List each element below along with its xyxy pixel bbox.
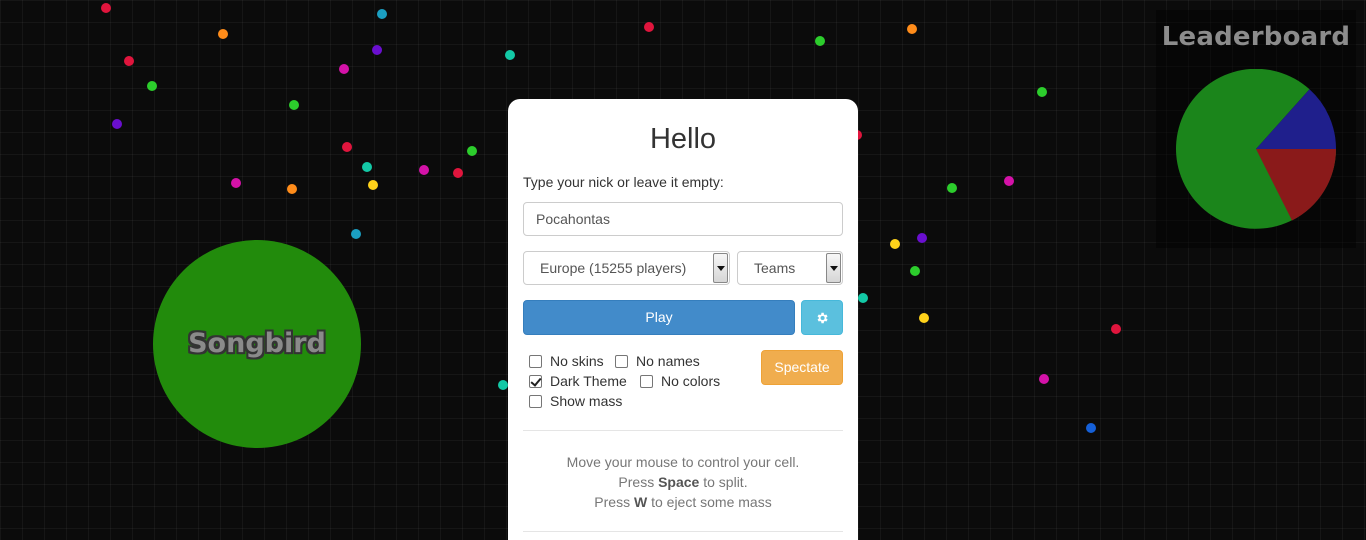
dialog-title: Hello	[649, 123, 717, 155]
no-skins-label: No skins	[550, 353, 604, 369]
dark-theme-checkbox[interactable]	[529, 374, 542, 388]
instruction-eject: Press W to eject some mass	[508, 492, 858, 512]
region-select-value: Europe (15255 players)	[540, 260, 687, 276]
food-pellet	[858, 293, 868, 303]
food-pellet	[1086, 423, 1096, 433]
food-pellet	[287, 184, 297, 194]
show-mass-checkbox[interactable]	[529, 394, 542, 408]
instruction-move: Move your mouse to control your cell.	[566, 454, 800, 470]
no-names-checkbox[interactable]	[615, 354, 628, 368]
play-button[interactable]: Play	[523, 300, 795, 335]
divider	[523, 531, 843, 532]
food-pellet	[368, 180, 378, 190]
food-pellet	[505, 50, 515, 60]
instruction-text: to split.	[699, 474, 748, 490]
divider	[523, 430, 843, 431]
food-pellet	[907, 24, 917, 34]
no-names-label: No names	[636, 353, 700, 369]
spectate-button[interactable]: Spectate	[761, 350, 843, 385]
mode-select-value: Teams	[754, 260, 796, 276]
food-pellet	[419, 165, 429, 175]
eject-key: W	[633, 494, 648, 510]
food-pellet	[947, 183, 957, 193]
food-pellet	[467, 146, 477, 156]
start-dialog: Hello Type your nick or leave it empty: …	[508, 99, 858, 540]
option-no-colors[interactable]: No colors	[640, 373, 720, 389]
food-pellet	[351, 229, 361, 239]
food-pellet	[919, 313, 929, 323]
option-show-mass[interactable]: Show mass	[529, 393, 622, 409]
instruction-text: to eject some mass	[647, 494, 772, 510]
food-pellet	[101, 3, 111, 13]
food-pellet	[1111, 324, 1121, 334]
settings-button[interactable]	[801, 300, 843, 335]
no-colors-checkbox[interactable]	[640, 374, 653, 388]
option-dark-theme[interactable]: Dark Theme	[529, 373, 627, 389]
instructions: Move your mouse to control your cell. Pr…	[508, 452, 858, 512]
food-pellet	[917, 233, 927, 243]
region-select[interactable]: Europe (15255 players)	[523, 251, 730, 285]
player-cell: Songbird	[153, 240, 361, 448]
food-pellet	[377, 9, 387, 19]
food-pellet	[372, 45, 382, 55]
leaderboard-pie	[1176, 69, 1336, 229]
chevron-down-icon[interactable]	[826, 253, 841, 283]
option-no-names[interactable]: No names	[615, 353, 700, 369]
food-pellet	[890, 239, 900, 249]
dark-theme-label: Dark Theme	[550, 373, 627, 389]
split-key: Space	[658, 474, 700, 490]
food-pellet	[112, 119, 122, 129]
food-pellet	[289, 100, 299, 110]
instruction-text: Press	[594, 494, 634, 510]
food-pellet	[339, 64, 349, 74]
food-pellet	[1037, 87, 1047, 97]
food-pellet	[231, 178, 241, 188]
food-pellet	[453, 168, 463, 178]
food-pellet	[218, 29, 228, 39]
food-pellet	[815, 36, 825, 46]
no-skins-checkbox[interactable]	[529, 354, 542, 368]
mode-select[interactable]: Teams	[737, 251, 843, 285]
leaderboard-title: Leaderboard	[1161, 22, 1351, 52]
nick-label: Type your nick or leave it empty:	[523, 174, 724, 190]
show-mass-label: Show mass	[550, 393, 623, 409]
leaderboard: Leaderboard	[1156, 10, 1356, 248]
food-pellet	[644, 22, 654, 32]
food-pellet	[342, 142, 352, 152]
chevron-down-icon[interactable]	[713, 253, 728, 283]
gear-icon	[817, 312, 828, 323]
food-pellet	[1039, 374, 1049, 384]
food-pellet	[498, 380, 508, 390]
food-pellet	[910, 266, 920, 276]
food-pellet	[1004, 176, 1014, 186]
food-pellet	[124, 56, 134, 66]
option-no-skins[interactable]: No skins	[529, 353, 604, 369]
nick-input[interactable]	[523, 202, 843, 236]
instruction-split: Press Space to split.	[508, 472, 858, 492]
food-pellet	[362, 162, 372, 172]
instruction-text: Press	[618, 474, 659, 490]
player-name: Songbird	[188, 327, 326, 359]
food-pellet	[147, 81, 157, 91]
no-colors-label: No colors	[661, 373, 721, 389]
